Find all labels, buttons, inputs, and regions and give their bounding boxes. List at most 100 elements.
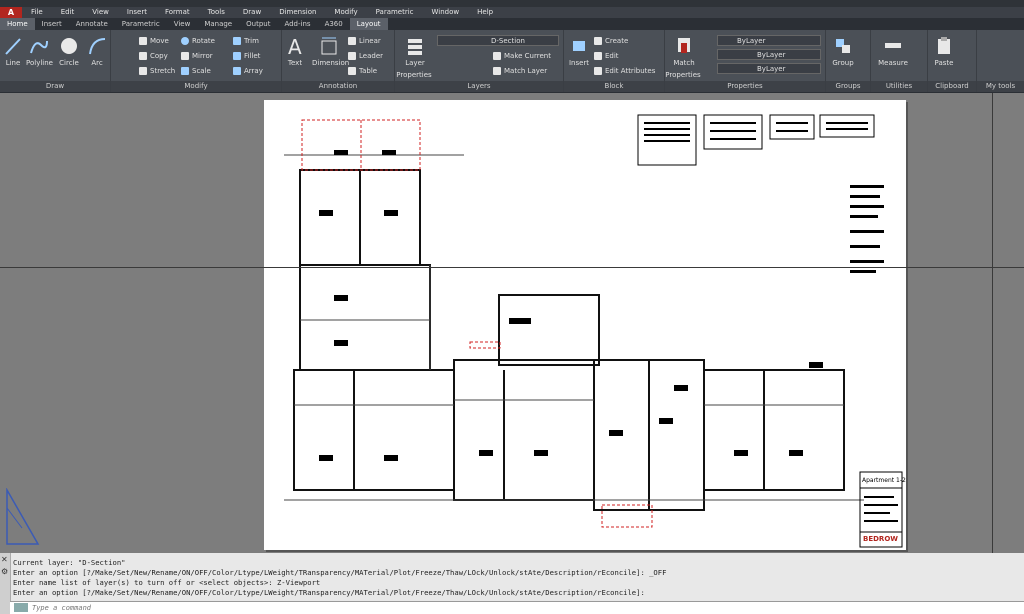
- table-button[interactable]: Table: [348, 64, 377, 77]
- leader-button[interactable]: Leader: [348, 49, 383, 62]
- menu-edit[interactable]: Edit: [52, 7, 84, 18]
- make-current-button[interactable]: Make Current: [493, 49, 551, 62]
- layers-panel: Layer D-Section Make Current Match Layer…: [395, 30, 564, 92]
- rotate-button[interactable]: Rotate: [181, 34, 215, 47]
- command-window: ✕ ⚙ Current layer: "D-Section" Enter an …: [0, 553, 1024, 614]
- fillet-label: Fillet: [244, 51, 261, 60]
- polyline-button[interactable]: Polyline: [26, 33, 53, 67]
- groups-panel-title[interactable]: Groups: [826, 81, 870, 92]
- menu-draw[interactable]: Draw: [234, 7, 270, 18]
- stretch-icon: [139, 66, 147, 75]
- tab-view[interactable]: View: [167, 18, 198, 30]
- menu-help[interactable]: Help: [468, 7, 502, 18]
- layer-dropdown[interactable]: D-Section: [437, 35, 559, 46]
- tab-home[interactable]: Home: [0, 18, 35, 30]
- measure-button[interactable]: Measure: [875, 33, 911, 67]
- ucs-icon: [6, 488, 40, 545]
- menu-parametric[interactable]: Parametric: [367, 7, 423, 18]
- group-label: Group: [832, 59, 854, 67]
- dimension-button[interactable]: Dimension: [312, 33, 349, 67]
- lineweight-dropdown[interactable]: ByLayer: [717, 63, 821, 74]
- tab-layout[interactable]: Layout: [349, 18, 388, 30]
- menu-view[interactable]: View: [83, 7, 118, 18]
- tab-output[interactable]: Output: [239, 18, 277, 30]
- text-icon: A: [288, 35, 302, 57]
- tab-a360[interactable]: A360: [318, 18, 350, 30]
- edit-block-button[interactable]: Edit: [594, 49, 619, 62]
- line-button[interactable]: Line: [0, 33, 26, 67]
- tab-annotate[interactable]: Annotate: [69, 18, 115, 30]
- close-icon[interactable]: ✕: [1, 555, 8, 564]
- trim-button[interactable]: Trim: [233, 34, 259, 47]
- scale-icon: [181, 66, 189, 75]
- utilities-panel-title[interactable]: Utilities: [871, 81, 927, 92]
- copy-button[interactable]: Copy: [139, 49, 168, 62]
- copy-icon: [139, 51, 147, 60]
- properties-panel-title[interactable]: Properties: [665, 81, 825, 92]
- mytools-panel-title[interactable]: My tools: [977, 81, 1024, 92]
- move-button[interactable]: Move: [139, 34, 169, 47]
- text-button[interactable]: A Text: [282, 33, 308, 67]
- layers-panel-title[interactable]: Layers: [395, 81, 563, 92]
- match-properties-button[interactable]: Match: [667, 33, 701, 67]
- menu-file[interactable]: File: [22, 7, 52, 18]
- copy-label: Copy: [150, 51, 168, 60]
- tab-parametric[interactable]: Parametric: [115, 18, 167, 30]
- group-button[interactable]: Group: [828, 33, 858, 67]
- make-current-icon: [493, 51, 501, 60]
- menu-dimension[interactable]: Dimension: [270, 7, 325, 18]
- tab-add-ins[interactable]: Add-ins: [277, 18, 317, 30]
- match-layer-icon: [493, 66, 501, 75]
- linetype-dropdown-value: ByLayer: [757, 51, 786, 59]
- scale-button[interactable]: Scale: [181, 64, 211, 77]
- app-menu-button[interactable]: A: [0, 7, 22, 18]
- color-dropdown[interactable]: ByLayer: [717, 35, 821, 46]
- create-block-button[interactable]: Create: [594, 34, 628, 47]
- modify-panel-title[interactable]: Modify: [111, 81, 281, 92]
- leader-label: Leader: [359, 51, 384, 60]
- array-label: Array: [244, 66, 263, 75]
- menu-format[interactable]: Format: [156, 7, 199, 18]
- mirror-button[interactable]: Mirror: [181, 49, 213, 62]
- arc-button[interactable]: Arc: [84, 33, 110, 67]
- polyline-icon: [30, 40, 48, 54]
- properties-panel: Match Properties ByLayer ByLayer ByLayer…: [665, 30, 826, 92]
- menu-modify[interactable]: Modify: [325, 7, 366, 18]
- paste-button[interactable]: Paste: [930, 33, 958, 67]
- linetype-dropdown[interactable]: ByLayer: [717, 49, 821, 60]
- draw-panel: Line Polyline Circle Arc Draw: [0, 30, 111, 92]
- draw-panel-title[interactable]: Draw: [0, 81, 110, 92]
- tab-insert[interactable]: Insert: [35, 18, 69, 30]
- linear-button[interactable]: Linear: [348, 34, 381, 47]
- layer-properties-button[interactable]: Layer: [397, 33, 433, 67]
- tab-manage[interactable]: Manage: [197, 18, 239, 30]
- fillet-icon: [233, 51, 241, 60]
- command-input-bar: [10, 601, 1024, 614]
- measure-icon: [885, 43, 901, 48]
- drawing-canvas[interactable]: Apartment 1-2 BEDROW: [0, 93, 1024, 553]
- fillet-button[interactable]: Fillet: [233, 49, 260, 62]
- linear-icon: [348, 36, 356, 45]
- table-label: Table: [359, 66, 378, 75]
- command-input[interactable]: [32, 602, 632, 613]
- mirror-icon: [181, 51, 189, 60]
- command-history-line: Enter name list of layer(s) to turn off …: [13, 578, 321, 587]
- wrench-icon[interactable]: ⚙: [1, 567, 8, 576]
- paste-label: Paste: [934, 59, 954, 67]
- annotation-panel-title[interactable]: Annotation: [282, 81, 394, 92]
- array-button[interactable]: Array: [233, 64, 263, 77]
- menu-window[interactable]: Window: [423, 7, 469, 18]
- stretch-button[interactable]: Stretch: [139, 64, 175, 77]
- layer-properties-icon: [408, 39, 422, 55]
- edit-attributes-button[interactable]: Edit Attributes: [594, 64, 655, 77]
- circle-button[interactable]: Circle: [56, 33, 82, 67]
- polyline-label: Polyline: [26, 59, 53, 67]
- menu-insert[interactable]: Insert: [118, 7, 156, 18]
- arc-icon: [89, 38, 106, 55]
- menu-tools[interactable]: Tools: [199, 7, 234, 18]
- group-icon: [836, 39, 850, 53]
- block-panel-title[interactable]: Block: [564, 81, 664, 92]
- insert-block-button[interactable]: Insert: [566, 33, 592, 67]
- match-layer-button[interactable]: Match Layer: [493, 64, 547, 77]
- clipboard-panel-title[interactable]: Clipboard: [928, 81, 976, 92]
